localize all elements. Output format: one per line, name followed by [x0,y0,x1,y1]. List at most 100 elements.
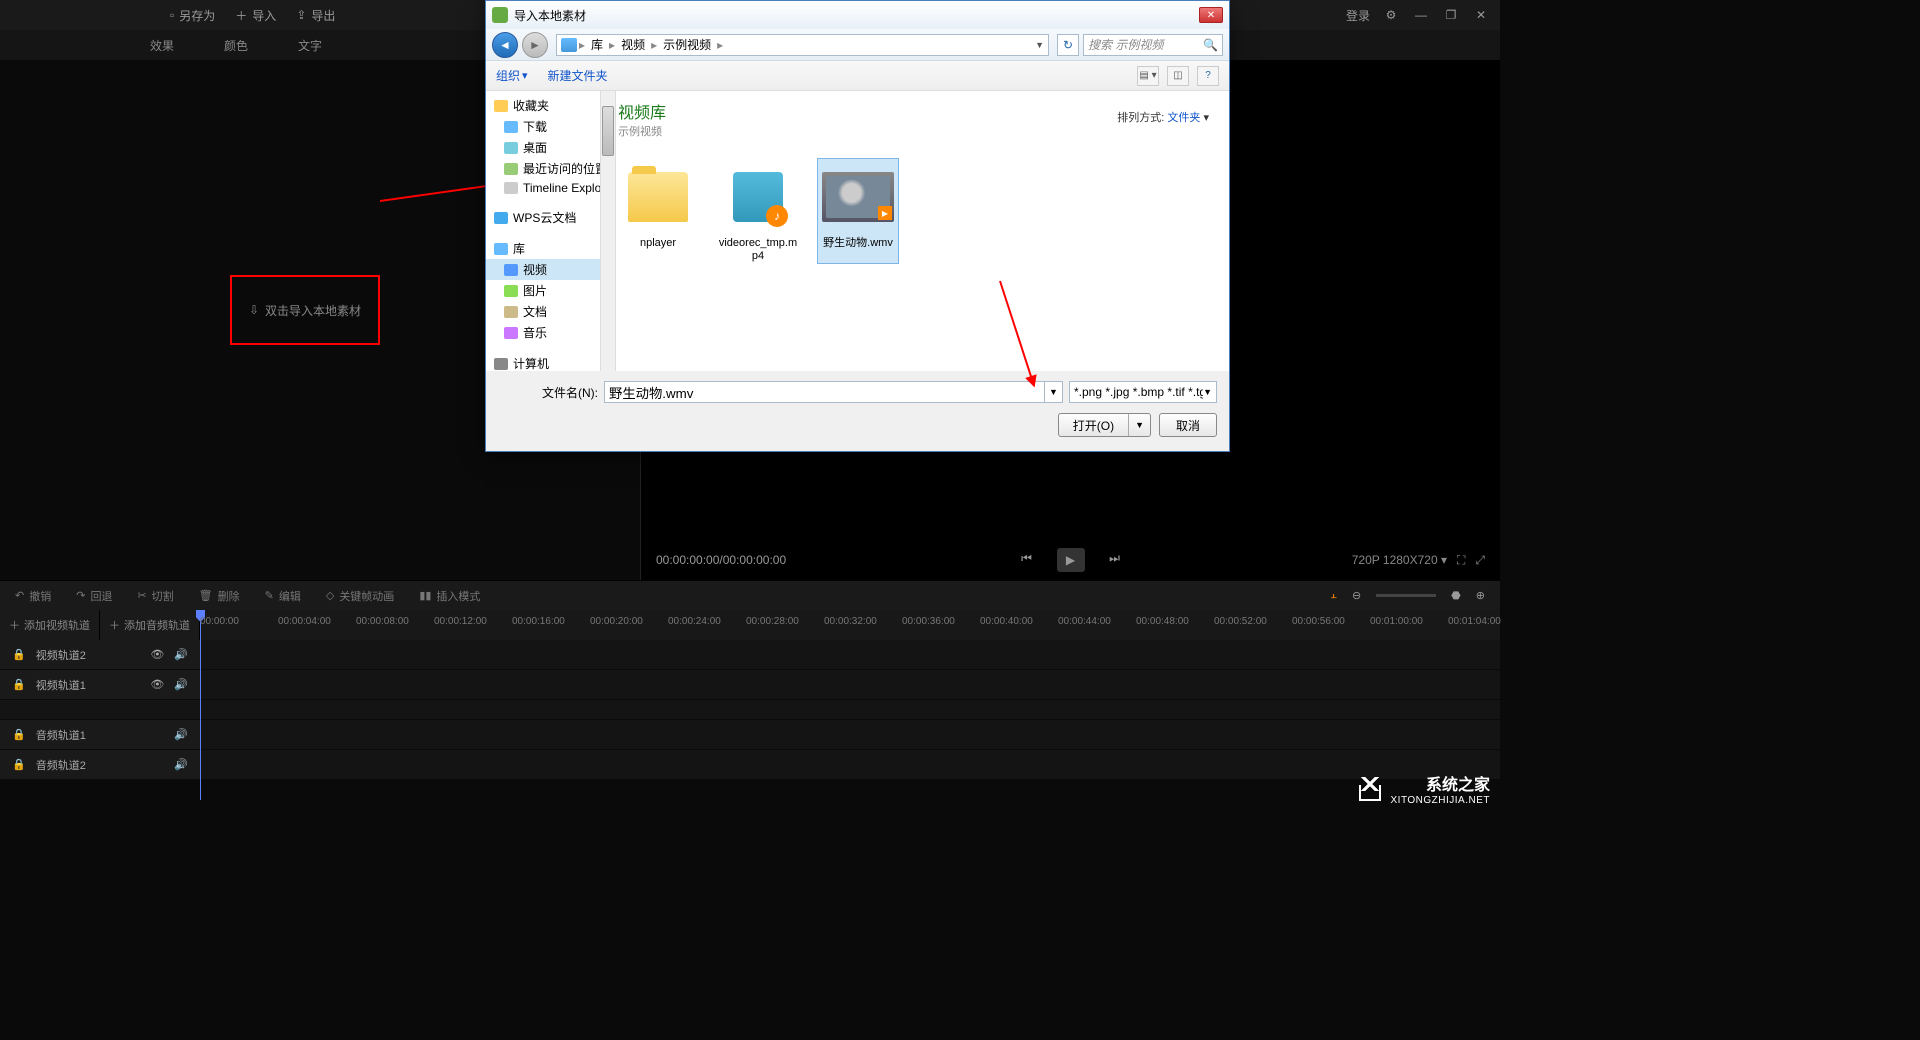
search-input[interactable]: 搜索 示例视频 🔍 [1083,34,1223,56]
ruler-tick: 00:00:44:00 [1058,616,1111,627]
zoom-in-icon[interactable]: ⊕ [1476,589,1485,602]
sidebar-timeline-explorer[interactable]: Timeline Explor [486,179,605,197]
refresh-button[interactable]: ↻ [1057,34,1079,56]
zoom-slider[interactable] [1376,594,1436,597]
filename-dropdown[interactable]: ▼ [1045,381,1063,403]
sort-selector[interactable]: 排列方式: 文件夹 ▾ [1117,109,1209,125]
speaker-icon[interactable]: 🔊 [174,678,188,691]
open-dropdown[interactable]: ▼ [1129,420,1150,430]
app-icon [492,7,508,23]
audio-track-2: 🔒音频轨道2🔊 [0,750,1500,780]
sidebar-documents[interactable]: 文档 [486,301,605,322]
filename-input[interactable] [604,381,1045,403]
next-button[interactable]: ⏭ [1105,548,1125,568]
eye-icon[interactable]: 👁 [150,678,164,691]
help-button[interactable]: ? [1197,66,1219,86]
organize-menu[interactable]: 组织 ▾ [496,67,528,84]
cut-button[interactable]: ✂切割 [137,588,173,604]
settings-icon[interactable]: ⚙ [1382,8,1400,22]
file-item-wmv[interactable]: 野生动物.wmv [818,159,898,263]
playhead[interactable] [200,610,201,800]
sidebar-pictures[interactable]: 图片 [486,280,605,301]
tab-effects[interactable]: 效果 [150,37,174,54]
video-file-icon [733,172,783,222]
sidebar-video[interactable]: 视频 [486,259,605,280]
minimize-icon[interactable]: — [1412,8,1430,22]
close-icon[interactable]: ✕ [1472,8,1490,22]
open-button[interactable]: 打开(O) ▼ [1058,413,1151,437]
breadcrumb[interactable]: ▸ 库▸ 视频▸ 示例视频▸ ▼ [556,34,1049,56]
speaker-icon[interactable]: 🔊 [174,728,188,741]
preview-timecode: 00:00:00:00/00:00:00:00 [656,553,786,567]
file-open-dialog: 导入本地素材 ✕ ◄ ► ▸ 库▸ 视频▸ 示例视频▸ ▼ ↻ 搜索 示例视频 … [485,0,1230,452]
marker-icon[interactable]: ⬣ [1451,589,1461,602]
file-item-folder[interactable]: nplayer [618,159,698,263]
sidebar-favorites[interactable]: 收藏夹 [486,95,605,116]
add-video-track-button[interactable]: ＋ 添加视频轨道 [0,610,100,640]
sidebar-wps-cloud[interactable]: WPS云文档 [486,207,605,228]
redo-button[interactable]: ↷回退 [76,588,112,604]
undo-button[interactable]: ↶撤销 [15,588,51,604]
ruler-tick: 00:00:52:00 [1214,616,1267,627]
file-list-area: 视频库 示例视频 排列方式: 文件夹 ▾ nplayer videorec_tm… [606,91,1229,371]
login-link[interactable]: 登录 [1346,7,1370,24]
magnet-icon[interactable]: ⫠ [1330,589,1337,602]
scissors-icon: ✂ [137,589,146,602]
play-button[interactable]: ▶ [1057,548,1085,572]
sidebar-recent[interactable]: 最近访问的位置 [486,158,605,179]
eye-icon[interactable]: 👁 [150,648,164,661]
ruler-tick: 00:00:48:00 [1136,616,1189,627]
lock-icon[interactable]: 🔒 [12,678,26,691]
prev-button[interactable]: ⏮ [1017,548,1037,568]
maximize-icon[interactable]: ❐ [1442,8,1460,22]
ruler-tick: 00:00:12:00 [434,616,487,627]
cancel-button[interactable]: 取消 [1159,413,1217,437]
dialog-close-button[interactable]: ✕ [1199,7,1223,23]
zoom-out-icon[interactable]: ⊖ [1352,589,1361,602]
import-button[interactable]: ＋导入 [235,7,276,24]
nav-back-button[interactable]: ◄ [492,32,518,58]
save-as-button[interactable]: ▫另存为 [170,7,215,24]
export-button[interactable]: ⇪导出 [296,7,335,24]
speaker-icon[interactable]: 🔊 [174,758,188,771]
ruler-tick: 00:00:20:00 [590,616,643,627]
insert-mode-button[interactable]: ▮▮插入模式 [419,588,480,604]
resolution-selector[interactable]: 720P 1280X720 ▾ [1352,553,1447,567]
delete-button[interactable]: 🗑删除 [199,588,240,604]
fullscreen-icon[interactable]: ⤢ [1475,553,1485,568]
speaker-icon[interactable]: 🔊 [174,648,188,661]
timeline-ruler[interactable]: 00:00:0000:00:04:0000:00:08:0000:00:12:0… [200,610,1500,640]
view-mode-button[interactable]: ▤ ▾ [1137,66,1159,86]
keyframe-button[interactable]: ◇关键帧动画 [326,588,394,604]
import-drop-zone[interactable]: ⇩ 双击导入本地素材 [230,275,380,345]
add-audio-track-button[interactable]: ＋ 添加音频轨道 [100,610,200,640]
folder-icon [628,172,688,222]
new-folder-button[interactable]: 新建文件夹 [548,67,608,84]
tab-color[interactable]: 颜色 [224,37,248,54]
sidebar-desktop[interactable]: 桌面 [486,137,605,158]
lock-icon[interactable]: 🔒 [12,648,26,661]
snapshot-icon[interactable]: ⛶ [1457,553,1465,568]
sidebar-downloads[interactable]: 下载 [486,116,605,137]
nav-forward-button[interactable]: ► [522,32,548,58]
audio-track-1: 🔒音频轨道1🔊 [0,720,1500,750]
sidebar-scrollbar[interactable] [600,91,616,371]
timeline-toolbar: ↶撤销 ↷回退 ✂切割 🗑删除 ✎编辑 ◇关键帧动画 ▮▮插入模式 ⫠ ⊖ ⬣ … [0,580,1500,610]
ruler-tick: 00:00:16:00 [512,616,565,627]
pencil-icon: ✎ [265,589,274,602]
filetype-selector[interactable]: *.png *.jpg *.bmp *.tif *.tga * ▼ [1069,381,1217,403]
sidebar-music[interactable]: 音乐 [486,322,605,343]
file-item-mp4[interactable]: videorec_tmp.mp4 [718,159,798,263]
tab-text[interactable]: 文字 [298,37,322,54]
sidebar-computer[interactable]: 计算机 [486,353,605,371]
lock-icon[interactable]: 🔒 [12,728,26,741]
sidebar-library[interactable]: 库 [486,238,605,259]
timeline-tracks: 🔒视频轨道2👁🔊 🔒视频轨道1👁🔊 🔒音频轨道1🔊 🔒音频轨道2🔊 [0,640,1500,780]
ruler-tick: 00:00:28:00 [746,616,799,627]
edit-button[interactable]: ✎编辑 [265,588,301,604]
timeline-header: ＋ 添加视频轨道 ＋ 添加音频轨道 00:00:0000:00:04:0000:… [0,610,1500,640]
lock-icon[interactable]: 🔒 [12,758,26,771]
dialog-sidebar: 收藏夹 下载 桌面 最近访问的位置 Timeline Explor WPS云文档… [486,91,606,371]
ruler-tick: 00:01:00:00 [1370,616,1423,627]
preview-pane-button[interactable]: ◫ [1167,66,1189,86]
